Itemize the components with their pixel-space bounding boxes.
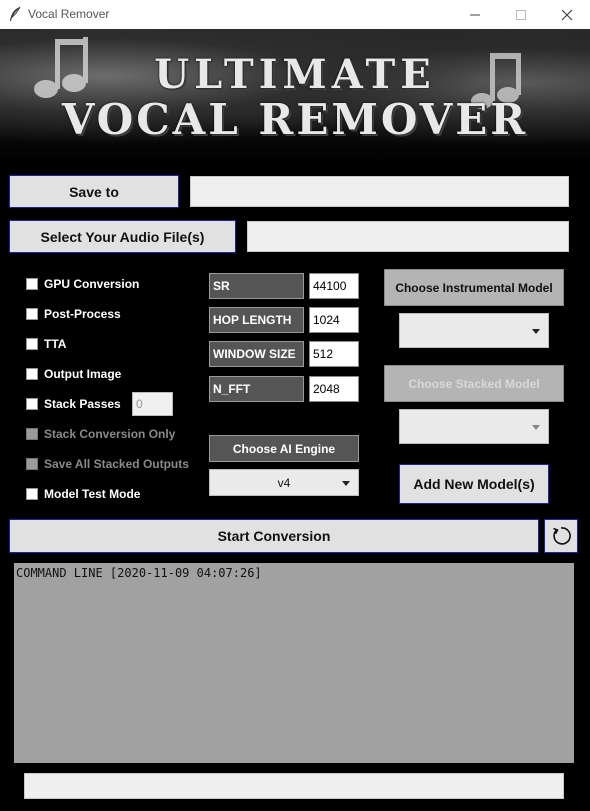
choose-instrumental-model-button[interactable]: Choose Instrumental Model (384, 269, 564, 306)
refresh-icon (553, 527, 571, 545)
audio-files-field[interactable] (247, 221, 569, 252)
gpu-conversion-option[interactable]: GPU Conversion (26, 275, 139, 293)
select-audio-files-button[interactable]: Select Your Audio File(s) (9, 220, 236, 253)
model-test-mode-label: Model Test Mode (44, 487, 141, 501)
n-fft-label: N_FFT (209, 376, 304, 402)
maximize-icon[interactable] (498, 0, 544, 29)
progress-bar (24, 773, 564, 799)
command-line-log[interactable]: COMMAND LINE [2020-11-09 04:07:26] (14, 563, 574, 763)
banner-title-line2: VOCAL REMOVER (61, 95, 529, 144)
sr-input[interactable]: 44100 (309, 273, 359, 299)
ai-engine-dropdown[interactable]: v4 (209, 469, 359, 496)
chevron-down-icon (532, 328, 540, 334)
save-all-stacked-outputs-checkbox[interactable] (26, 458, 38, 470)
model-test-mode-checkbox[interactable] (26, 488, 38, 500)
stacked-model-dropdown[interactable] (399, 409, 549, 444)
choose-ai-engine-button[interactable]: Choose AI Engine (209, 435, 359, 462)
window-title: Vocal Remover (28, 7, 110, 21)
feather-icon (8, 6, 22, 22)
stack-passes-option[interactable]: Stack Passes (26, 395, 121, 413)
stack-passes-input[interactable]: 0 (132, 392, 173, 416)
gpu-conversion-label: GPU Conversion (44, 277, 140, 291)
banner-title-line1: ULTIMATE (154, 51, 436, 98)
chevron-down-icon (342, 480, 350, 486)
chevron-down-icon (532, 424, 540, 430)
save-all-stacked-outputs-option[interactable]: Save All Stacked Outputs (26, 455, 189, 473)
model-test-mode-option[interactable]: Model Test Mode (26, 485, 140, 503)
hop-length-input[interactable]: 1024 (309, 307, 359, 333)
output-image-checkbox[interactable] (26, 368, 38, 380)
hop-length-label: HOP LENGTH (209, 307, 304, 333)
instrumental-model-dropdown[interactable] (399, 313, 549, 348)
output-image-label: Output Image (44, 367, 122, 381)
choose-stacked-model-button[interactable]: Choose Stacked Model (384, 365, 564, 402)
add-new-models-button[interactable]: Add New Model(s) (399, 464, 549, 504)
post-process-option[interactable]: Post-Process (26, 305, 121, 323)
stack-passes-checkbox[interactable] (26, 398, 38, 410)
output-image-option[interactable]: Output Image (26, 365, 121, 383)
sr-label: SR (209, 273, 304, 299)
stack-passes-label: Stack Passes (44, 397, 121, 411)
save-all-stacked-outputs-label: Save All Stacked Outputs (44, 457, 189, 471)
stack-conversion-only-label: Stack Conversion Only (44, 427, 176, 441)
gpu-conversion-checkbox[interactable] (26, 278, 38, 290)
reset-button[interactable] (544, 519, 578, 553)
ai-engine-value: v4 (277, 475, 291, 490)
banner-logo: ULTIMATE VOCAL REMOVER (0, 29, 590, 163)
save-to-field[interactable] (190, 176, 569, 207)
close-icon[interactable] (544, 0, 590, 29)
start-conversion-button[interactable]: Start Conversion (9, 519, 539, 553)
n-fft-input[interactable]: 2048 (309, 376, 359, 402)
tta-checkbox[interactable] (26, 338, 38, 350)
stack-conversion-only-checkbox[interactable] (26, 428, 38, 440)
minimize-icon[interactable] (452, 0, 498, 29)
window-size-input[interactable]: 512 (309, 341, 359, 367)
window-size-label: WINDOW SIZE (209, 341, 304, 367)
tta-label: TTA (44, 337, 67, 351)
stack-conversion-only-option[interactable]: Stack Conversion Only (26, 425, 175, 443)
post-process-checkbox[interactable] (26, 308, 38, 320)
log-line: COMMAND LINE [2020-11-09 04:07:26] (16, 566, 262, 580)
save-to-button[interactable]: Save to (9, 175, 179, 208)
post-process-label: Post-Process (44, 307, 121, 321)
tta-option[interactable]: TTA (26, 335, 66, 353)
